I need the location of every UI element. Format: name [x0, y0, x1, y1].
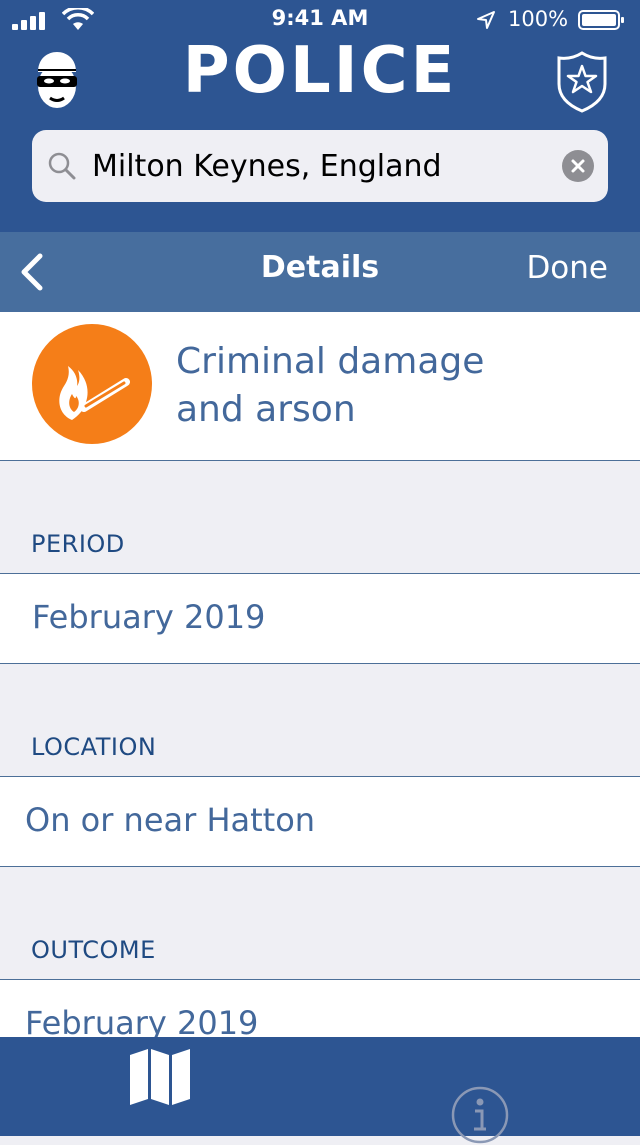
battery-percentage: 100%	[508, 7, 569, 31]
navigation-bar: Details Done	[0, 232, 640, 312]
crime-title-line-2: and arson	[176, 389, 356, 430]
app-title: POLICE	[182, 34, 458, 108]
app-header: 9:41 AM 100% POLICE	[0, 0, 640, 232]
location-label: LOCATION	[31, 733, 157, 761]
clear-search-icon[interactable]	[562, 150, 594, 182]
police-badge-icon[interactable]	[554, 50, 610, 114]
map-icon[interactable]	[128, 1049, 192, 1105]
done-button[interactable]: Done	[526, 250, 608, 286]
period-value: February 2019	[32, 598, 266, 636]
outcome-label: OUTCOME	[31, 936, 156, 964]
location-cell: On or near Hatton	[0, 776, 640, 867]
crime-title: Criminal damage and arson	[176, 338, 606, 434]
tab-bar	[0, 1037, 640, 1144]
period-label: PERIOD	[31, 530, 125, 558]
crime-summary: Criminal damage and arson	[0, 312, 640, 461]
info-icon[interactable]	[450, 1085, 510, 1145]
search-input[interactable]	[92, 130, 552, 202]
period-cell: February 2019	[0, 573, 640, 664]
search-icon	[48, 152, 76, 180]
battery-icon	[578, 10, 624, 30]
search-bar[interactable]	[32, 130, 608, 202]
location-value: On or near Hatton	[25, 801, 316, 839]
crime-title-line-1: Criminal damage	[176, 341, 485, 382]
burning-match-icon	[32, 324, 152, 444]
location-arrow-icon	[477, 11, 495, 29]
